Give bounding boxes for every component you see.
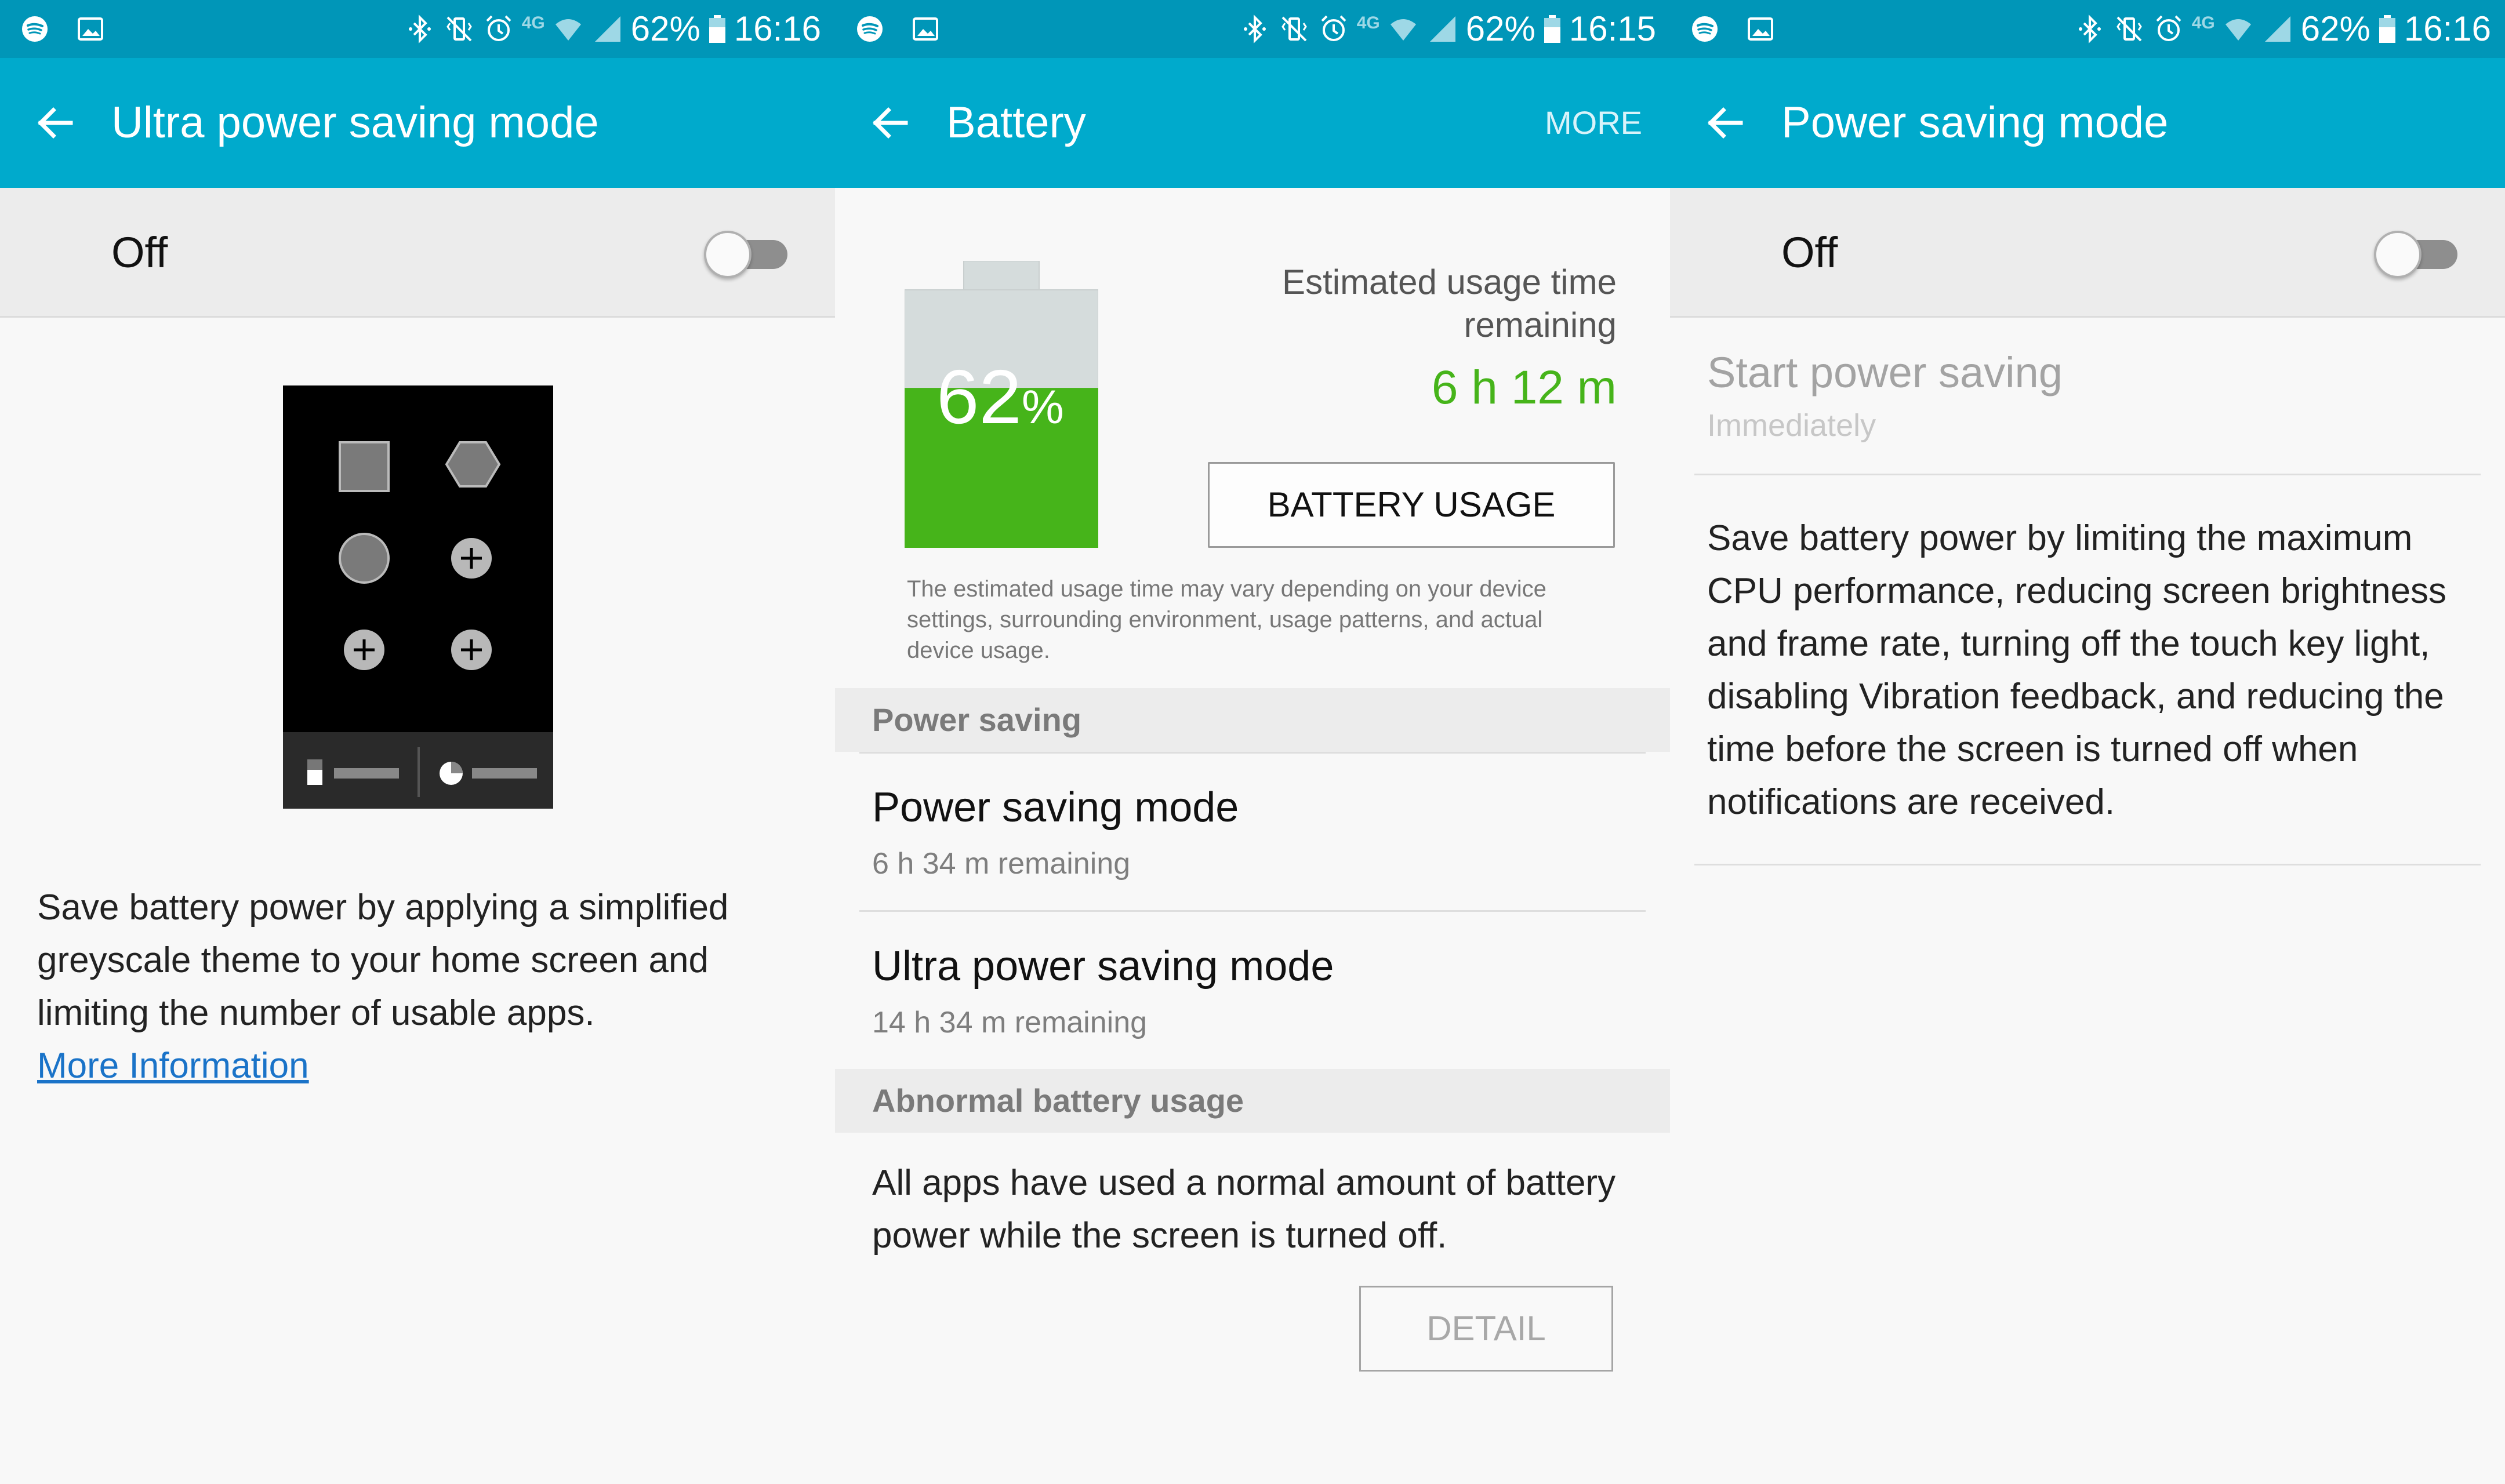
back-arrow-icon[interactable] xyxy=(867,100,914,146)
estimated-usage-value: 6 h 12 m xyxy=(1431,361,1617,414)
signal-icon xyxy=(2264,16,2290,42)
app-bar: Power saving mode xyxy=(1670,58,2505,188)
spotify-icon xyxy=(22,16,48,42)
detail-button[interactable]: DETAIL xyxy=(1359,1286,1613,1372)
setting-value: Immediately xyxy=(1707,408,1876,443)
vibrate-mute-icon xyxy=(446,16,472,42)
add-app-icon xyxy=(344,630,384,670)
divider xyxy=(1694,474,2481,475)
app-bar: Battery MORE xyxy=(835,58,1670,188)
battery-screen: 4G 62% 16:15 Battery MORE 62% Estimated … xyxy=(835,0,1670,1484)
gallery-icon xyxy=(1748,17,1773,41)
divider xyxy=(859,752,1646,754)
alarm-icon xyxy=(1321,15,1346,41)
status-bar: 4G 62% 16:16 xyxy=(0,0,835,58)
vibrate-mute-icon xyxy=(1281,16,1307,42)
spotify-icon xyxy=(857,16,883,42)
divider xyxy=(859,910,1646,912)
app-bar: Ultra power saving mode xyxy=(0,58,835,188)
wifi-icon xyxy=(2225,19,2251,41)
status-battery-percent: 62% xyxy=(2300,9,2370,48)
power-saving-screen: 4G 62% 16:16 Power saving mode Off Start… xyxy=(1670,0,2505,1484)
network-type-label: 4G xyxy=(2191,13,2215,32)
master-switch-row[interactable]: Off xyxy=(0,188,835,318)
battery-level-unit: % xyxy=(1022,381,1064,434)
status-time: 16:15 xyxy=(1569,9,1656,48)
network-type-label: 4G xyxy=(521,13,545,32)
list-item-subtitle: 6 h 34 m remaining xyxy=(872,847,1131,881)
estimate-disclaimer: The estimated usage time may vary depend… xyxy=(907,576,1546,663)
back-arrow-icon[interactable] xyxy=(1702,100,1749,146)
battery-usage-button[interactable]: BATTERY USAGE xyxy=(1208,462,1615,548)
add-app-icon xyxy=(451,538,492,579)
preview-graphic xyxy=(283,441,553,809)
gallery-icon xyxy=(913,17,938,41)
switch-label: Off xyxy=(111,228,168,277)
feature-description: Save battery power by applying a simplif… xyxy=(37,888,729,1033)
bluetooth-icon xyxy=(408,14,431,43)
section-title: Abnormal battery usage xyxy=(872,1082,1244,1119)
battery-level-graphic: 62% xyxy=(905,261,1098,548)
bluetooth-icon xyxy=(2078,14,2101,43)
gallery-icon xyxy=(78,17,103,41)
hexagon-app-icon xyxy=(445,441,501,488)
status-time: 16:16 xyxy=(2404,9,2491,48)
battery-icon xyxy=(2379,15,2395,43)
abnormal-usage-message: All apps have used a normal amount of ba… xyxy=(872,1163,1616,1256)
signal-icon xyxy=(594,16,620,42)
battery-icon xyxy=(709,15,725,43)
ultra-power-saving-screen: 4G 62% 16:16 Ultra power saving mode Off xyxy=(0,0,835,1484)
divider xyxy=(1694,864,2481,865)
vibrate-mute-icon xyxy=(2116,16,2142,42)
page-title: Ultra power saving mode xyxy=(111,98,599,147)
list-item-subtitle: 14 h 34 m remaining xyxy=(872,1006,1148,1039)
setting-title: Start power saving xyxy=(1707,348,2063,397)
network-type-label: 4G xyxy=(1356,13,1380,32)
master-switch-row[interactable]: Off xyxy=(1670,188,2505,318)
feature-description: Save battery power by limiting the maxim… xyxy=(1707,518,2447,822)
status-bar: 4G 62% 16:16 xyxy=(1670,0,2505,58)
toggle-thumb xyxy=(704,231,752,278)
switch-label: Off xyxy=(1781,228,1838,277)
spotify-icon xyxy=(1692,16,1718,42)
square-app-icon xyxy=(339,441,390,492)
toggle-thumb xyxy=(2374,231,2422,278)
estimated-usage-label: Estimated usage time remaining xyxy=(1282,263,1617,344)
section-title: Power saving xyxy=(872,701,1082,738)
add-app-icon xyxy=(451,630,492,670)
power-saving-toggle[interactable] xyxy=(2374,230,2461,278)
more-information-link[interactable]: More Information xyxy=(37,1039,309,1092)
status-bar: 4G 62% 16:15 xyxy=(835,0,1670,58)
alarm-icon xyxy=(486,15,511,41)
status-battery-percent: 62% xyxy=(630,9,700,48)
list-item-title: Ultra power saving mode xyxy=(872,943,1334,990)
list-item-title: Power saving mode xyxy=(872,784,1239,831)
battery-level-number: 62 xyxy=(936,354,1022,439)
ultra-power-saving-toggle[interactable] xyxy=(704,230,791,278)
battery-icon xyxy=(1544,15,1560,43)
wifi-icon xyxy=(555,19,581,41)
wifi-icon xyxy=(1390,19,1416,41)
greyscale-home-preview-illustration xyxy=(283,385,553,809)
status-time: 16:16 xyxy=(734,9,821,48)
page-title: Battery xyxy=(946,98,1086,147)
page-title: Power saving mode xyxy=(1781,98,2169,147)
back-arrow-icon[interactable] xyxy=(32,100,79,146)
status-battery-percent: 62% xyxy=(1465,9,1535,48)
bluetooth-icon xyxy=(1243,14,1266,43)
circle-app-icon xyxy=(339,533,390,584)
more-button[interactable]: MORE xyxy=(1545,58,1642,188)
section-header-abnormal-usage: Abnormal battery usage xyxy=(835,1069,1670,1133)
section-header-power-saving: Power saving xyxy=(835,688,1670,752)
signal-icon xyxy=(1429,16,1455,42)
alarm-icon xyxy=(2156,15,2181,41)
